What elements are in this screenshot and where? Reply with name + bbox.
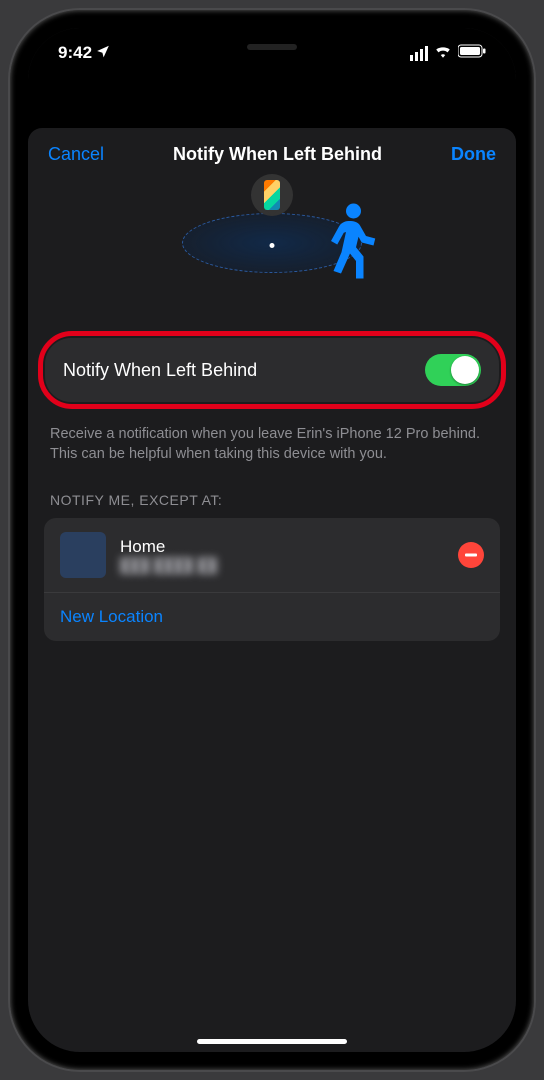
cellular-icon [410, 46, 428, 61]
exception-list: Home ███ ████ ██ New Location [44, 518, 500, 641]
left-behind-illustration [28, 173, 516, 313]
location-icon [96, 43, 110, 63]
remove-location-button[interactable] [458, 542, 484, 568]
new-location-label: New Location [60, 607, 163, 627]
new-location-button[interactable]: New Location [44, 593, 500, 641]
notify-toggle-label: Notify When Left Behind [63, 360, 257, 381]
notify-toggle-switch[interactable] [425, 354, 481, 386]
annotation-highlight: Notify When Left Behind [38, 331, 506, 409]
home-indicator[interactable] [197, 1039, 347, 1044]
notify-toggle-row[interactable]: Notify When Left Behind [45, 338, 499, 402]
location-address: ███ ████ ██ [120, 557, 444, 573]
location-row-home[interactable]: Home ███ ████ ██ [44, 518, 500, 593]
page-title: Notify When Left Behind [173, 144, 382, 165]
notify-description: Receive a notification when you leave Er… [28, 419, 516, 486]
done-button[interactable]: Done [451, 144, 496, 165]
settings-sheet: Cancel Notify When Left Behind Done Noti… [28, 128, 516, 1052]
device-pin-icon [251, 174, 293, 216]
battery-icon [458, 44, 486, 63]
wifi-icon [434, 44, 452, 63]
walking-person-icon [316, 201, 376, 286]
status-time: 9:42 [58, 43, 92, 63]
except-header: NOTIFY ME, EXCEPT AT: [28, 486, 516, 518]
map-thumbnail-icon [60, 532, 106, 578]
cancel-button[interactable]: Cancel [48, 144, 104, 165]
location-name: Home [120, 537, 444, 557]
